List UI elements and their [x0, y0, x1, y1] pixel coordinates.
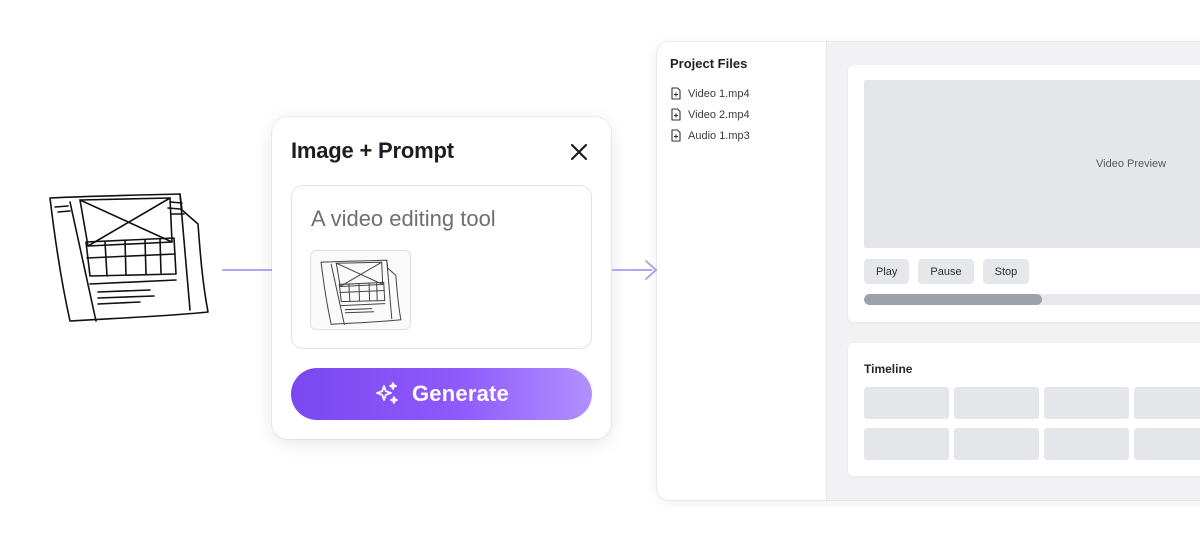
file-plus-icon	[671, 87, 681, 100]
timeline-panel: Timeline	[848, 343, 1200, 476]
pause-button[interactable]: Pause	[918, 259, 974, 284]
prompt-input[interactable]: A video editing tool	[291, 185, 592, 349]
generate-label: Generate	[412, 381, 509, 406]
generate-button[interactable]: Generate	[291, 368, 592, 420]
file-plus-icon	[671, 108, 681, 121]
attached-image-thumbnail[interactable]	[310, 250, 411, 330]
video-preview-panel: Video Preview Play Pause Stop	[848, 65, 1200, 322]
timeline-title: Timeline	[864, 362, 913, 376]
file-name: Video 2.mp4	[688, 108, 750, 121]
prompt-text[interactable]: A video editing tool	[311, 206, 496, 232]
timeline-clip[interactable]	[1134, 387, 1200, 419]
timeline-clip[interactable]	[1044, 428, 1129, 460]
timeline-clip[interactable]	[1044, 387, 1129, 419]
file-list: Video 1.mp4 Video 2.mp4 Audio 1.mp3	[670, 83, 750, 146]
project-files-sidebar: Project Files Video 1.mp4 Video 2.mp4 Au…	[657, 42, 827, 500]
timeline-clip[interactable]	[1134, 428, 1200, 460]
close-icon[interactable]	[569, 142, 589, 162]
file-name: Audio 1.mp3	[688, 129, 750, 142]
file-name: Video 1.mp4	[688, 87, 750, 100]
arrow-right-icon	[645, 260, 657, 280]
wireframe-sketch-image	[49, 193, 209, 322]
timeline-clip-grid	[864, 387, 1200, 460]
sketch-thumbnail-icon	[320, 259, 402, 325]
sidebar-title: Project Files	[670, 56, 748, 71]
progress-fill	[864, 294, 1042, 305]
file-item[interactable]: Video 2.mp4	[670, 104, 750, 125]
progress-bar[interactable]	[864, 294, 1200, 305]
file-item[interactable]: Audio 1.mp3	[670, 125, 750, 146]
timeline-clip[interactable]	[954, 387, 1039, 419]
connector-line-left	[222, 269, 274, 271]
video-preview-area[interactable]: Video Preview	[864, 80, 1200, 248]
generated-app-window: Project Files Video 1.mp4 Video 2.mp4 Au…	[657, 42, 1200, 500]
prompt-dialog: Image + Prompt A video editing tool Gene…	[272, 117, 611, 439]
timeline-clip[interactable]	[864, 428, 949, 460]
playback-controls: Play Pause Stop	[864, 259, 1030, 284]
file-plus-icon	[671, 129, 681, 142]
video-preview-label: Video Preview	[1096, 158, 1167, 170]
timeline-clip[interactable]	[954, 428, 1039, 460]
dialog-title: Image + Prompt	[291, 138, 454, 163]
sparkles-icon	[376, 382, 398, 404]
stop-button[interactable]: Stop	[982, 259, 1030, 284]
timeline-clip[interactable]	[864, 387, 949, 419]
play-button[interactable]: Play	[864, 259, 910, 284]
file-item[interactable]: Video 1.mp4	[670, 83, 750, 104]
